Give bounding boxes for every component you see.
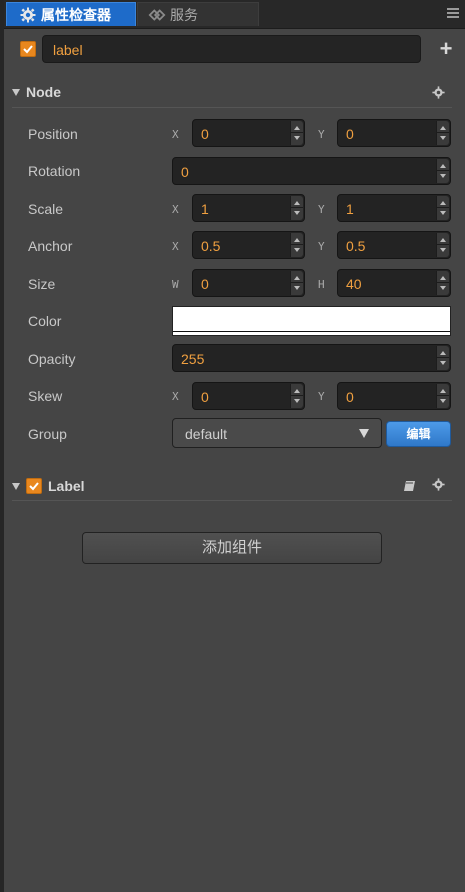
help-book-icon[interactable] (403, 479, 416, 497)
anchor-x-value: 0.5 (201, 238, 221, 254)
size-w-axis: W (172, 278, 179, 291)
rotation-value: 0 (181, 164, 189, 180)
tab-service[interactable]: 服务 (137, 2, 259, 26)
group-select-value: default (185, 426, 228, 442)
opacity-label: Opacity (28, 351, 76, 367)
anchor-y-stepper[interactable] (436, 233, 449, 257)
collapse-triangle-icon (12, 482, 20, 490)
node-section-header[interactable]: Node (12, 80, 452, 104)
skew-y-value: 0 (346, 389, 354, 405)
scale-label: Scale (28, 201, 64, 217)
size-label: Size (28, 276, 56, 292)
position-label: Position (28, 126, 78, 142)
add-component-button[interactable]: 添加组件 (82, 532, 382, 564)
opacity-input[interactable]: 255 (172, 344, 451, 372)
scale-y-axis: Y (318, 203, 325, 216)
node-active-checkbox[interactable] (20, 41, 36, 57)
rotation-input[interactable]: 0 (172, 157, 451, 185)
skew-x-value: 0 (201, 389, 209, 405)
label-settings-gear-icon[interactable] (432, 478, 446, 492)
anchor-y-axis: Y (318, 240, 325, 253)
panel-left-edge (0, 0, 4, 892)
size-h-value: 40 (346, 276, 362, 292)
anchor-label: Anchor (28, 238, 73, 254)
node-settings-gear-icon[interactable] (432, 86, 446, 100)
skew-y-axis: Y (318, 390, 325, 403)
add-icon[interactable]: + (436, 38, 456, 60)
scale-y-value: 1 (346, 201, 354, 217)
position-y-stepper[interactable] (436, 121, 449, 145)
gear-icon (19, 6, 37, 24)
anchor-x-input[interactable]: 0.5 (192, 231, 305, 259)
anchor-x-stepper[interactable] (290, 233, 303, 257)
scale-x-stepper[interactable] (290, 196, 303, 220)
skew-x-stepper[interactable] (290, 384, 303, 408)
tab-service-label: 服务 (170, 6, 198, 23)
position-x-input[interactable]: 0 (192, 119, 305, 147)
label-section-title: Label (48, 478, 85, 494)
size-h-axis: H (318, 278, 325, 291)
size-w-input[interactable]: 0 (192, 269, 305, 297)
group-label: Group (28, 426, 67, 442)
opacity-stepper[interactable] (436, 346, 449, 370)
label-section-divider (12, 500, 452, 501)
group-select[interactable]: default (172, 418, 382, 448)
collapse-triangle-icon (12, 88, 20, 96)
node-name-input[interactable]: label (42, 35, 421, 63)
group-edit-button[interactable]: 编辑 (386, 421, 451, 447)
dropdown-arrow-icon (359, 429, 369, 438)
size-w-stepper[interactable] (290, 271, 303, 295)
rotation-stepper[interactable] (436, 159, 449, 183)
scale-x-value: 1 (201, 201, 209, 217)
panel-menu-icon[interactable] (447, 8, 459, 20)
size-h-input[interactable]: 40 (337, 269, 451, 297)
position-y-value: 0 (346, 126, 354, 142)
anchor-x-axis: X (172, 240, 179, 253)
service-icon (148, 6, 166, 24)
rotation-label: Rotation (28, 163, 81, 179)
position-x-axis: X (172, 128, 179, 141)
opacity-value: 255 (181, 351, 205, 367)
position-x-value: 0 (201, 126, 209, 142)
position-y-axis: Y (318, 128, 325, 141)
color-label: Color (28, 313, 62, 329)
node-section-title: Node (26, 84, 61, 100)
skew-y-input[interactable]: 0 (337, 382, 451, 410)
tab-inspector-label: 属性检查器 (41, 6, 111, 23)
tab-bar: 属性检查器 服务 (4, 0, 465, 29)
position-y-input[interactable]: 0 (337, 119, 451, 147)
scale-x-axis: X (172, 203, 179, 216)
tab-inspector[interactable]: 属性检查器 (6, 2, 136, 26)
label-section-header[interactable]: Label (12, 474, 452, 498)
label-enabled-checkbox[interactable] (26, 478, 42, 494)
skew-x-input[interactable]: 0 (192, 382, 305, 410)
anchor-y-value: 0.5 (346, 238, 366, 254)
scale-y-stepper[interactable] (436, 196, 449, 220)
skew-y-stepper[interactable] (436, 384, 449, 408)
size-h-stepper[interactable] (436, 271, 449, 295)
scale-y-input[interactable]: 1 (337, 194, 451, 222)
scale-x-input[interactable]: 1 (192, 194, 305, 222)
size-w-value: 0 (201, 276, 209, 292)
color-swatch[interactable] (172, 306, 451, 336)
position-x-stepper[interactable] (290, 121, 303, 145)
skew-x-axis: X (172, 390, 179, 403)
node-section-divider (12, 107, 452, 108)
anchor-y-input[interactable]: 0.5 (337, 231, 451, 259)
skew-label: Skew (28, 388, 63, 404)
